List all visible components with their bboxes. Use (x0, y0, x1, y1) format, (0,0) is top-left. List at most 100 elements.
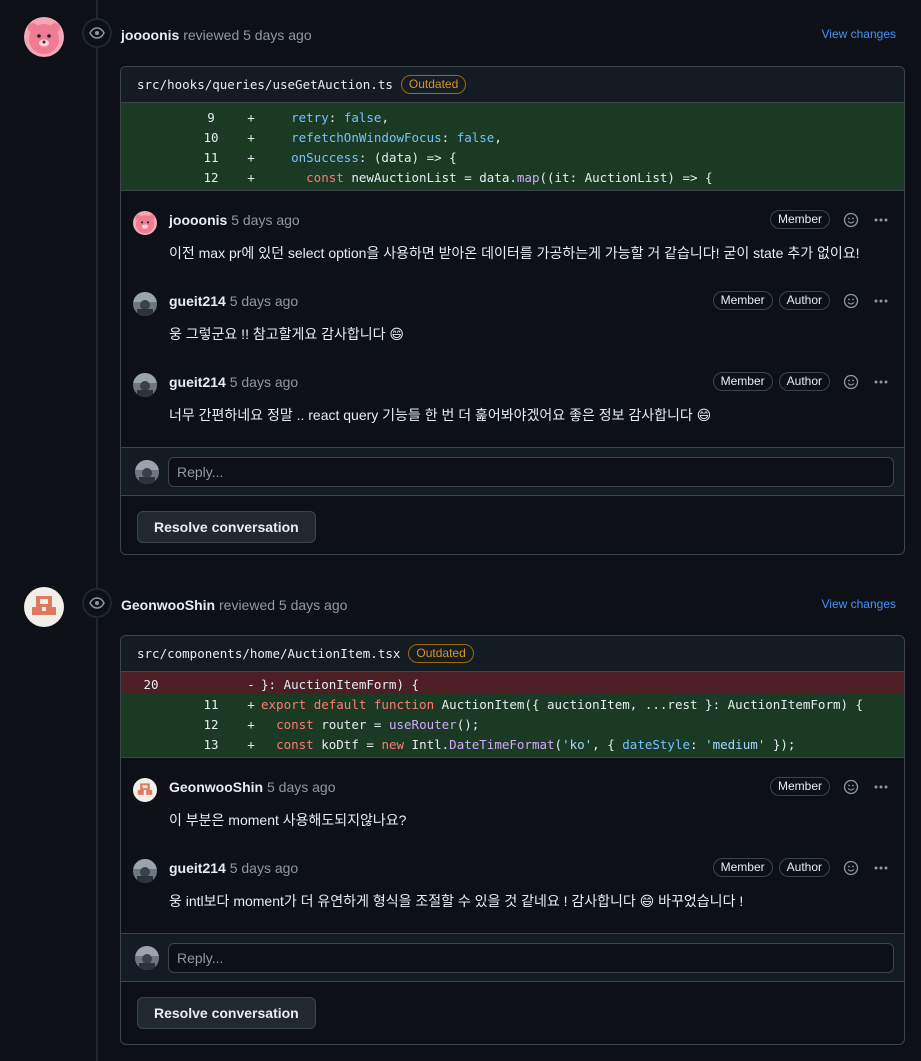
resolve-conversation-button[interactable]: Resolve conversation (137, 511, 316, 543)
comment-actions: Member Author (712, 858, 890, 877)
kebab-horizontal-icon[interactable] (872, 859, 890, 877)
file-header: src/hooks/queries/useGetAuction.ts Outda… (121, 67, 904, 103)
reply-input[interactable]: Reply... (168, 942, 894, 973)
code-text: const newAuctionList = data.map((it: Auc… (306, 169, 713, 185)
resolve-conversation-button[interactable]: Resolve conversation (137, 997, 316, 1029)
author-label: Author (778, 858, 830, 877)
smiley-icon[interactable] (842, 373, 860, 391)
diff-sign: + (247, 129, 255, 145)
reply-input[interactable]: Reply... (168, 456, 894, 487)
comment-time[interactable]: 5 days ago (231, 212, 300, 228)
review-thread: src/hooks/queries/useGetAuction.ts Outda… (120, 66, 905, 555)
review-header: GeonwooShin reviewed 5 days ago (121, 597, 347, 613)
diff-line: 20 - }: AuctionItemForm) { (121, 674, 904, 694)
diff-line: 9 + retry: false, (121, 107, 904, 127)
file-header: src/components/home/AuctionItem.tsx Outd… (121, 636, 904, 672)
comment-time[interactable]: 5 days ago (230, 374, 299, 390)
member-label: Member (712, 858, 773, 877)
old-line-number: 20 (143, 676, 159, 692)
view-changes-link[interactable]: View changes (822, 597, 897, 611)
resolve-area: Resolve conversation (121, 495, 904, 554)
diff-line: 12 + const newAuctionList = data.map((it… (121, 167, 904, 187)
new-line-number: 12 (203, 169, 219, 185)
review-thread: src/components/home/AuctionItem.tsx Outd… (120, 635, 905, 1045)
new-line-number: 11 (203, 696, 219, 712)
comment-author[interactable]: GeonwooShin (169, 779, 263, 795)
comment-author[interactable]: gueit214 (169, 293, 226, 309)
smiley-icon[interactable] (842, 292, 860, 310)
new-line-number: 13 (203, 736, 219, 752)
comment-header: gueit214 5 days ago (169, 374, 298, 390)
member-label: Member (769, 210, 830, 229)
new-line-number: 12 (203, 716, 219, 732)
diff-sign: + (247, 149, 255, 165)
reply-bar: Reply... (121, 933, 904, 981)
file-path[interactable]: src/hooks/queries/useGetAuction.ts (137, 77, 393, 92)
review-comment: gueit214 5 days ago Member Author 웅 intl… (121, 839, 904, 920)
avatar[interactable] (24, 587, 64, 627)
comment-header: gueit214 5 days ago (169, 293, 298, 309)
comment-author[interactable]: gueit214 (169, 860, 226, 876)
outdated-badge: Outdated (400, 75, 467, 94)
code-text: retry: false, (291, 109, 389, 125)
code-text: }: AuctionItemForm) { (261, 676, 420, 692)
new-line-number: 10 (203, 129, 219, 145)
smiley-icon[interactable] (842, 859, 860, 877)
review-author[interactable]: GeonwooShin (121, 597, 215, 613)
comment-body: 웅 intl보다 moment가 더 유연하게 형식을 조절할 수 있을 것 같… (169, 893, 744, 909)
new-line-number: 9 (207, 109, 215, 125)
review-comment: gueit214 5 days ago Member Author 너무 간편하… (121, 353, 904, 434)
diff-sign: + (247, 169, 255, 185)
comment-actions: Member Author (712, 291, 890, 310)
avatar[interactable] (133, 373, 157, 397)
kebab-horizontal-icon[interactable] (872, 778, 890, 796)
kebab-horizontal-icon[interactable] (872, 373, 890, 391)
review-comment: gueit214 5 days ago Member Author 웅 그렇군요… (121, 272, 904, 353)
comment-author[interactable]: joooonis (169, 212, 227, 228)
avatar[interactable] (133, 211, 157, 235)
diff-line: 10 + refetchOnWindowFocus: false, (121, 127, 904, 147)
avatar[interactable] (133, 778, 157, 802)
comment-time[interactable]: 5 days ago (267, 779, 336, 795)
comment-header: GeonwooShin 5 days ago (169, 779, 336, 795)
diff-sign: + (247, 109, 255, 125)
review-header: joooonis reviewed 5 days ago (121, 27, 312, 43)
outdated-badge: Outdated (408, 644, 474, 663)
diff-line: 12 + const router = useRouter(); (121, 714, 904, 734)
avatar[interactable] (133, 859, 157, 883)
review-comment: GeonwooShin 5 days ago Member 이 부분은 mome… (121, 758, 904, 839)
review-comment: joooonis 5 days ago Member 이전 max pr에 있던… (121, 191, 904, 272)
code-text: refetchOnWindowFocus: false, (291, 129, 502, 145)
comment-time[interactable]: 5 days ago (230, 293, 299, 309)
smiley-icon[interactable] (842, 778, 860, 796)
review-action: reviewed 5 days ago (219, 597, 348, 613)
diff-sign: + (247, 696, 255, 712)
view-changes-link[interactable]: View changes (822, 27, 897, 41)
diff-sign: + (247, 716, 255, 732)
kebab-horizontal-icon[interactable] (872, 211, 890, 229)
timeline-line (96, 0, 98, 1061)
author-label: Author (778, 291, 830, 310)
comment-body: 이 부분은 moment 사용해도되지않나요? (169, 812, 407, 828)
reply-bar: Reply... (121, 447, 904, 495)
comment-body: 이전 max pr에 있던 select option을 사용하면 받아온 데이… (169, 245, 860, 261)
comment-header: joooonis 5 days ago (169, 212, 300, 228)
code-text: const router = useRouter(); (276, 716, 480, 732)
new-line-number: 11 (203, 149, 219, 165)
file-path[interactable]: src/components/home/AuctionItem.tsx (137, 646, 400, 661)
member-label: Member (769, 777, 830, 796)
avatar (135, 945, 159, 970)
review-author[interactable]: joooonis (121, 27, 179, 43)
eye-icon (82, 18, 112, 48)
avatar[interactable] (133, 292, 157, 316)
comment-actions: Member (769, 210, 890, 229)
avatar (135, 459, 159, 484)
diff-line: 11 + onSuccess: (data) => { (121, 147, 904, 167)
comment-author[interactable]: gueit214 (169, 374, 226, 390)
diff-line: 13 + const koDtf = new Intl.DateTimeForm… (121, 734, 904, 754)
smiley-icon[interactable] (842, 211, 860, 229)
resolve-area: Resolve conversation (121, 981, 904, 1044)
avatar[interactable] (24, 17, 64, 57)
kebab-horizontal-icon[interactable] (872, 292, 890, 310)
comment-time[interactable]: 5 days ago (230, 860, 299, 876)
